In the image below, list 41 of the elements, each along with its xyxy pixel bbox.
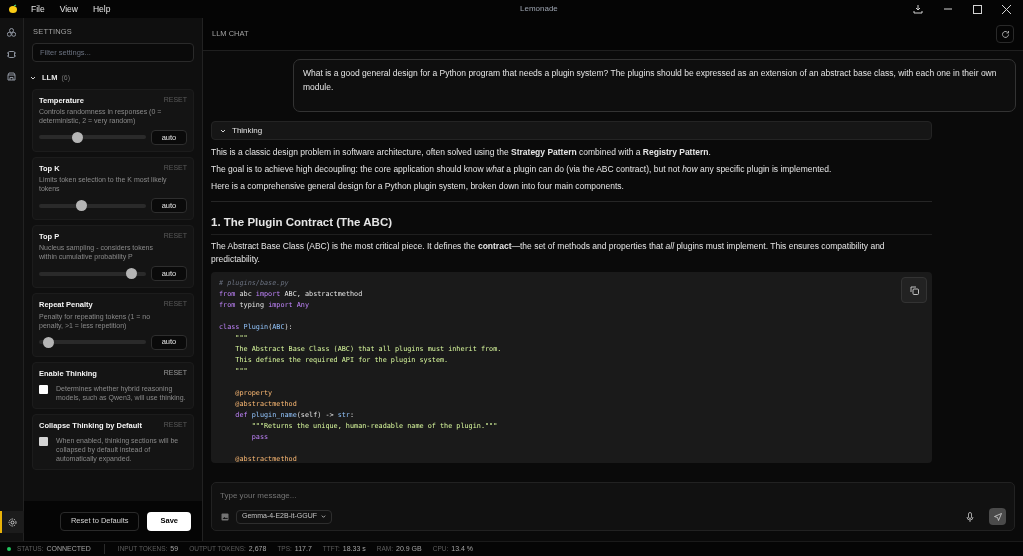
slider-thumb[interactable] xyxy=(76,200,88,211)
menu-item[interactable]: Help xyxy=(93,2,111,16)
copy-icon xyxy=(909,285,919,295)
maximize-icon[interactable] xyxy=(973,4,982,14)
refresh-button[interactable] xyxy=(996,25,1014,43)
message-field[interactable]: Type your message... xyxy=(220,488,1006,502)
close-icon[interactable] xyxy=(1002,4,1011,14)
settings-icon[interactable] xyxy=(8,517,17,527)
paragraph: The Abstract Base Class (ABC) is the most critical piece. It defines the contract—the set of methods and properties that all plugins must implement. This ensures compatibility and predictability. xyxy=(211,240,886,267)
paragraph: This is a classic design problem in software architecture, often solved using the Strategy Pattern combined with a Registry Pattern. xyxy=(211,146,712,158)
download-icon[interactable] xyxy=(913,4,923,14)
checkbox[interactable] xyxy=(39,384,48,394)
menu-item[interactable]: File xyxy=(31,2,45,16)
image-icon[interactable] xyxy=(221,512,229,521)
thinking-toggle[interactable]: Thinking xyxy=(211,121,932,140)
refresh-icon xyxy=(1000,29,1010,39)
send-icon xyxy=(993,512,1002,521)
slider-thumb[interactable] xyxy=(43,336,55,348)
chevron-icon xyxy=(321,514,327,519)
slider-track[interactable] xyxy=(39,135,146,140)
copy-button[interactable] xyxy=(901,277,927,304)
microphone-icon[interactable] xyxy=(966,511,974,522)
model-icon[interactable] xyxy=(7,28,16,37)
send-button[interactable] xyxy=(989,508,1006,525)
chevron-icon xyxy=(220,127,226,134)
paragraph: Here is a comprehensive general design for a Python plugin system, broken down into four main components. xyxy=(211,180,625,192)
minimize-icon[interactable] xyxy=(943,8,953,10)
slider-track[interactable] xyxy=(39,271,146,276)
slider-thumb[interactable] xyxy=(72,131,83,143)
menu-item[interactable]: View xyxy=(59,2,78,16)
slider-thumb[interactable] xyxy=(125,268,137,280)
chip-icon[interactable] xyxy=(7,50,16,59)
user-message: What is a good general design for a Python program that needs a plugin system? The plugins should be expressed as an extension of an abstract base class, with each one in their own module. xyxy=(293,59,1016,112)
lemon-logo-icon xyxy=(8,4,18,14)
chevron-icon[interactable] xyxy=(30,74,36,81)
checkbox[interactable] xyxy=(39,437,48,446)
section-heading: 1. The Plugin Contract (The ABC) xyxy=(211,214,932,236)
window-title: Lemonade xyxy=(520,3,558,15)
slider-track[interactable] xyxy=(39,203,146,208)
store-icon[interactable] xyxy=(7,72,16,81)
paragraph: The goal is to achieve high decoupling: the core application should know what a plugin can do (via the ABC contract), but not how any specific plugin is implemented. xyxy=(211,163,833,175)
